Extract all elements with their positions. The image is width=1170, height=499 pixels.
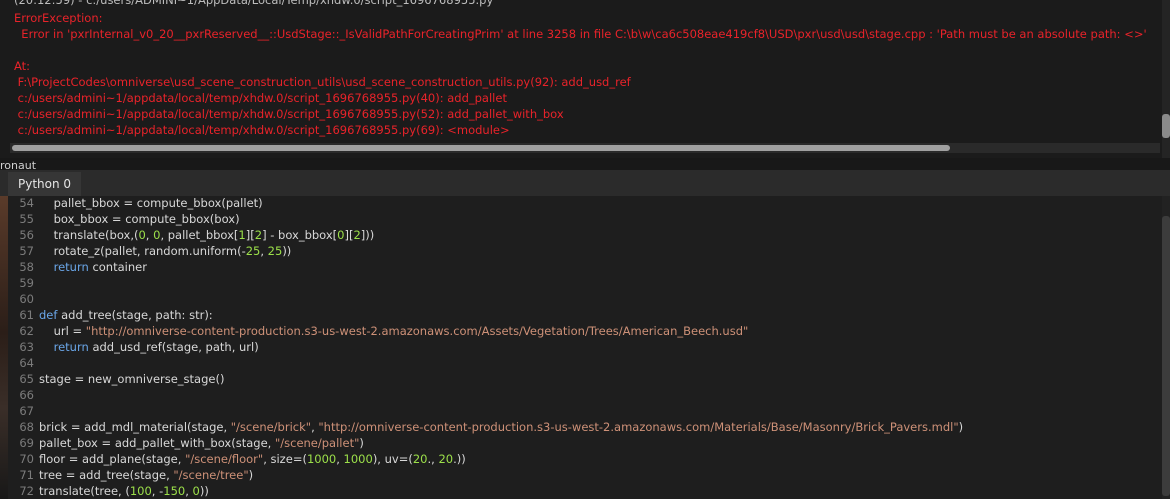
line-number: 61 bbox=[19, 308, 34, 322]
code-text: rotate_z(pallet, random.uniform(-25, 25)… bbox=[53, 244, 292, 258]
line-number: 56 bbox=[19, 228, 34, 242]
line-number: 67 bbox=[19, 404, 34, 418]
code-line[interactable]: 54 pallet_bbox = compute_bbox(pallet) bbox=[8, 196, 1158, 211]
console-error-line: At: bbox=[14, 59, 31, 73]
console-error-line: c:/users/admini~1/appdata/local/temp/xhd… bbox=[14, 123, 510, 137]
line-number: 63 bbox=[19, 340, 34, 354]
line-number: 64 bbox=[19, 356, 34, 370]
code-line[interactable]: 65 stage = new_omniverse_stage() bbox=[8, 371, 1158, 387]
code-text: url = "http://omniverse-content-producti… bbox=[53, 324, 749, 338]
code-line[interactable]: 70 floor = add_plane(stage, "/scene/floor… bbox=[8, 451, 1158, 467]
code-text: pallet_box = add_pallet_with_box(stage, … bbox=[39, 436, 364, 450]
code-line[interactable]: 56 translate(box,(0, 0, pallet_bbox[1][2… bbox=[8, 227, 1158, 243]
console-horizontal-scroll-thumb[interactable] bbox=[12, 145, 950, 151]
console-error-line: c:/users/admini~1/appdata/local/temp/xhd… bbox=[14, 91, 507, 105]
code-text: return container bbox=[53, 260, 147, 274]
code-line[interactable]: 55 box_bbox = compute_bbox(box) bbox=[8, 211, 1158, 227]
line-number: 58 bbox=[19, 260, 34, 274]
code-line[interactable]: 66 bbox=[8, 387, 1158, 403]
code-text: box_bbox = compute_bbox(box) bbox=[53, 212, 240, 226]
code-line[interactable]: 57 rotate_z(pallet, random.uniform(-25, … bbox=[8, 243, 1158, 259]
code-line[interactable]: 71 tree = add_tree(stage, "/scene/tree") bbox=[8, 467, 1158, 483]
line-number: 66 bbox=[19, 388, 34, 402]
console-horizontal-scrollbar[interactable] bbox=[10, 143, 1160, 153]
line-number: 62 bbox=[19, 324, 34, 338]
panel-separator[interactable] bbox=[0, 158, 1170, 170]
tab-python-0[interactable]: Python 0 bbox=[8, 172, 82, 196]
code-line[interactable]: 59 bbox=[8, 275, 1158, 291]
line-number: 71 bbox=[19, 468, 34, 482]
code-line[interactable]: 72 translate(tree, (100, -150, 0)) bbox=[8, 483, 1158, 499]
code-text: translate(box,(0, 0, pallet_bbox[1][2] -… bbox=[53, 228, 375, 242]
line-number: 55 bbox=[19, 212, 34, 226]
code-line[interactable]: 58 return container bbox=[8, 259, 1158, 275]
code-line[interactable]: 60 bbox=[8, 291, 1158, 307]
line-number: 59 bbox=[19, 276, 34, 290]
code-line[interactable]: 62 url = "http://omniverse-content-produ… bbox=[8, 323, 1158, 339]
script-tab-bar: Python 0 bbox=[0, 170, 1170, 197]
console-vertical-scrollbar[interactable] bbox=[1162, 0, 1170, 158]
line-number: 68 bbox=[19, 420, 34, 434]
line-number: 65 bbox=[19, 372, 34, 386]
code-text: stage = new_omniverse_stage() bbox=[39, 372, 225, 386]
console-error-line: c:/users/admini~1/appdata/local/temp/xhd… bbox=[14, 107, 564, 121]
console-error-line: ErrorException: bbox=[14, 11, 103, 25]
code-line[interactable]: 68 brick = add_mdl_material(stage, "/scen… bbox=[8, 419, 1158, 435]
code-line[interactable]: 61 def add_tree(stage, path: str): bbox=[8, 307, 1158, 323]
code-text: floor = add_plane(stage, "/scene/floor",… bbox=[39, 452, 466, 466]
console-error-line: F:\ProjectCodes\omniverse\usd_scene_cons… bbox=[14, 75, 631, 89]
code-text: def add_tree(stage, path: str): bbox=[39, 308, 213, 322]
console-error-line: Error in 'pxrInternal_v0_20__pxrReserved… bbox=[14, 27, 1147, 41]
code-editor[interactable]: 54 pallet_bbox = compute_bbox(pallet) 55 … bbox=[8, 196, 1170, 499]
line-number: 57 bbox=[19, 244, 34, 258]
line-number: 54 bbox=[19, 196, 34, 210]
console-vertical-scroll-thumb[interactable] bbox=[1162, 114, 1170, 138]
code-text: brick = add_mdl_material(stage, "/scene/… bbox=[39, 420, 964, 434]
code-text: tree = add_tree(stage, "/scene/tree") bbox=[39, 468, 254, 482]
code-line[interactable]: 63 return add_usd_ref(stage, path, url) bbox=[8, 339, 1158, 355]
line-number: 69 bbox=[19, 436, 34, 450]
code-text: pallet_bbox = compute_bbox(pallet) bbox=[53, 196, 263, 210]
line-number: 72 bbox=[19, 484, 34, 498]
line-number: 70 bbox=[19, 452, 34, 466]
line-number: 60 bbox=[19, 292, 34, 306]
error-console: (20:12:59) - c:/users/ADMINI~1/AppData/L… bbox=[0, 0, 1170, 158]
editor-vertical-scroll-thumb[interactable] bbox=[1162, 216, 1170, 496]
viewport-edge bbox=[0, 196, 8, 499]
code-line[interactable]: 64 bbox=[8, 355, 1158, 371]
code-line[interactable]: 69 pallet_box = add_pallet_with_box(stage… bbox=[8, 435, 1158, 451]
editor-vertical-scrollbar[interactable] bbox=[1162, 196, 1170, 499]
console-header-line: (20:12:59) - c:/users/ADMINI~1/AppData/L… bbox=[14, 0, 494, 7]
code-line[interactable]: 67 bbox=[8, 403, 1158, 419]
code-text: return add_usd_ref(stage, path, url) bbox=[53, 340, 259, 354]
code-text: translate(tree, (100, -150, 0)) bbox=[39, 484, 209, 498]
